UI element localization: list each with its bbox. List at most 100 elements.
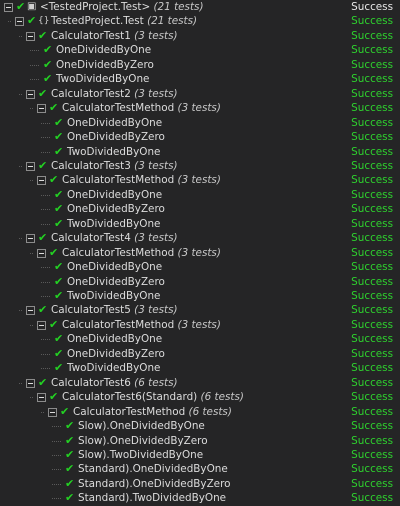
tree-guide-line bbox=[41, 223, 50, 225]
node-label: OneDividedByOne bbox=[67, 188, 162, 203]
test-item[interactable]: ✔ TwoDividedByOne Success bbox=[0, 217, 400, 232]
test-results-tree[interactable]: ✔ ▣ <TestedProject.Test> (21 tests) Success… bbox=[0, 0, 400, 506]
collapse-toggle-icon[interactable] bbox=[15, 17, 24, 27]
test-count: (3 tests) bbox=[177, 246, 221, 259]
status-label: Success bbox=[351, 333, 393, 346]
tree-node[interactable]: ✔ ▣ <TestedProject.Test> (21 tests) Success bbox=[0, 0, 400, 15]
status-label: Success bbox=[351, 159, 393, 172]
test-item[interactable]: ✔ OneDividedByOne Success bbox=[0, 260, 400, 275]
tree-node[interactable]: ✔ CalculatorTest1 (3 tests) Success bbox=[0, 29, 400, 44]
tree-guide-line bbox=[52, 454, 61, 456]
test-item[interactable]: ✔ OneDividedByZero Success bbox=[0, 130, 400, 145]
node-label: CalculatorTestMethod (6 tests) bbox=[73, 405, 232, 420]
status-label: Success bbox=[351, 261, 393, 274]
test-count: (3 tests) bbox=[177, 102, 221, 115]
check-icon: ✔ bbox=[49, 101, 59, 115]
node-label: CalculatorTest3 (3 tests) bbox=[51, 159, 178, 174]
tree-guide-line bbox=[41, 339, 50, 341]
check-icon: ✔ bbox=[65, 419, 75, 433]
node-label: TwoDividedByOne bbox=[56, 72, 149, 87]
collapse-toggle-icon[interactable] bbox=[26, 378, 35, 388]
collapse-toggle-icon[interactable] bbox=[26, 161, 35, 171]
test-item[interactable]: ✔ TwoDividedByOne Success bbox=[0, 72, 400, 87]
test-item[interactable]: ✔ OneDividedByZero Success bbox=[0, 202, 400, 217]
test-item[interactable]: ✔ Standard).TwoDividedByOne Success bbox=[0, 491, 400, 506]
check-icon: ✔ bbox=[54, 202, 64, 216]
status-label: Success bbox=[351, 44, 393, 57]
collapse-toggle-icon[interactable] bbox=[37, 176, 46, 186]
test-item[interactable]: ✔ Slow).OneDividedByZero Success bbox=[0, 434, 400, 449]
status-label: Success bbox=[351, 434, 393, 447]
test-item[interactable]: ✔ TwoDividedByOne Success bbox=[0, 145, 400, 160]
node-label: OneDividedByZero bbox=[67, 130, 165, 145]
test-item[interactable]: ✔ OneDividedByOne Success bbox=[0, 116, 400, 131]
collapse-toggle-icon[interactable] bbox=[37, 248, 46, 258]
node-name: OneDividedByZero bbox=[67, 131, 165, 144]
collapse-toggle-icon[interactable] bbox=[37, 104, 46, 114]
check-icon: ✔ bbox=[54, 332, 64, 346]
test-item[interactable]: ✔ OneDividedByOne Success bbox=[0, 43, 400, 58]
node-name: CalculatorTestMethod bbox=[62, 318, 175, 331]
check-icon: ✔ bbox=[43, 72, 53, 86]
tree-node[interactable]: ✔ CalculatorTestMethod (3 tests) Success bbox=[0, 173, 400, 188]
node-name: CalculatorTestMethod bbox=[62, 174, 175, 187]
check-icon: ✔ bbox=[49, 245, 59, 259]
status-label: Success bbox=[351, 275, 393, 288]
tree-node[interactable]: ✔ CalculatorTest3 (3 tests) Success bbox=[0, 159, 400, 174]
test-item[interactable]: ✔ TwoDividedByOne Success bbox=[0, 361, 400, 376]
status-label: Success bbox=[351, 405, 393, 418]
collapse-toggle-icon[interactable] bbox=[26, 31, 35, 41]
node-name: TestedProject.Test bbox=[51, 15, 144, 28]
test-item[interactable]: ✔ OneDividedByZero Success bbox=[0, 58, 400, 73]
node-label: CalculatorTest1 (3 tests) bbox=[51, 29, 178, 44]
collapse-toggle-icon[interactable] bbox=[4, 3, 13, 12]
check-icon: ✔ bbox=[54, 289, 64, 302]
tree-node[interactable]: ✔ CalculatorTestMethod (3 tests) Success bbox=[0, 246, 400, 261]
status-label: Success bbox=[351, 362, 393, 375]
tree-node[interactable]: ✔ CalculatorTestMethod (3 tests) Success bbox=[0, 101, 400, 116]
node-name: OneDividedByZero bbox=[67, 203, 165, 216]
node-label: OneDividedByZero bbox=[67, 275, 165, 290]
tree-guide-line bbox=[30, 252, 33, 254]
test-item[interactable]: ✔ OneDividedByOne Success bbox=[0, 188, 400, 203]
status-label: Success bbox=[351, 217, 393, 230]
tree-node[interactable]: ✔ CalculatorTest5 (3 tests) Success bbox=[0, 303, 400, 318]
collapse-toggle-icon[interactable] bbox=[26, 89, 35, 99]
test-item[interactable]: ✔ Slow).OneDividedByOne Success bbox=[0, 419, 400, 434]
test-item[interactable]: ✔ TwoDividedByOne Success bbox=[0, 289, 400, 304]
test-item[interactable]: ✔ OneDividedByOne Success bbox=[0, 332, 400, 347]
collapse-toggle-icon[interactable] bbox=[26, 234, 35, 244]
test-item[interactable]: ✔ Slow).TwoDividedByOne Success bbox=[0, 448, 400, 463]
tree-node[interactable]: ✔ CalculatorTestMethod (3 tests) Success bbox=[0, 318, 400, 333]
node-name: Standard).OneDividedByOne bbox=[78, 463, 228, 476]
tree-guide-line bbox=[52, 469, 61, 471]
node-name: OneDividedByOne bbox=[67, 116, 163, 129]
collapse-toggle-icon[interactable] bbox=[37, 320, 46, 330]
node-name: CalculatorTest6(Standard) bbox=[62, 391, 198, 404]
test-item[interactable]: ✔ Standard).OneDividedByZero Success bbox=[0, 477, 400, 492]
collapse-toggle-icon[interactable] bbox=[48, 407, 57, 417]
status-label: Success bbox=[351, 116, 393, 129]
node-label: CalculatorTest6(Standard) (6 tests) bbox=[62, 390, 244, 405]
tree-node[interactable]: ✔{} TestedProject.Test (21 tests) Success bbox=[0, 14, 400, 29]
tree-node[interactable]: ✔ CalculatorTestMethod (6 tests) Success bbox=[0, 405, 400, 420]
tree-guide-line bbox=[41, 137, 50, 139]
check-icon: ✔ bbox=[65, 491, 75, 505]
node-label: OneDividedByOne bbox=[67, 260, 162, 275]
node-name: CalculatorTest2 bbox=[51, 87, 131, 100]
test-item[interactable]: ✔ Standard).OneDividedByOne Success bbox=[0, 462, 400, 477]
tree-node[interactable]: ✔ CalculatorTest4 (3 tests) Success bbox=[0, 231, 400, 246]
tree-node[interactable]: ✔ CalculatorTest2 (3 tests) Success bbox=[0, 87, 400, 102]
test-item[interactable]: ✔ OneDividedByZero Success bbox=[0, 347, 400, 362]
tree-node[interactable]: ✔ CalculatorTest6(Standard) (6 tests) Succ… bbox=[0, 390, 400, 405]
check-icon: ✔ bbox=[54, 274, 64, 288]
test-count: (6 tests) bbox=[134, 376, 178, 389]
tree-node[interactable]: ✔ CalculatorTest6 (6 tests) Success bbox=[0, 376, 400, 391]
status-label: Success bbox=[351, 492, 393, 505]
collapse-toggle-icon[interactable] bbox=[26, 306, 35, 316]
collapse-toggle-icon[interactable] bbox=[37, 393, 46, 403]
tree-guide-line bbox=[19, 35, 22, 37]
node-name: CalculatorTest6 bbox=[51, 376, 131, 389]
tree-guide-line bbox=[41, 368, 50, 370]
test-item[interactable]: ✔ OneDividedByZero Success bbox=[0, 275, 400, 290]
